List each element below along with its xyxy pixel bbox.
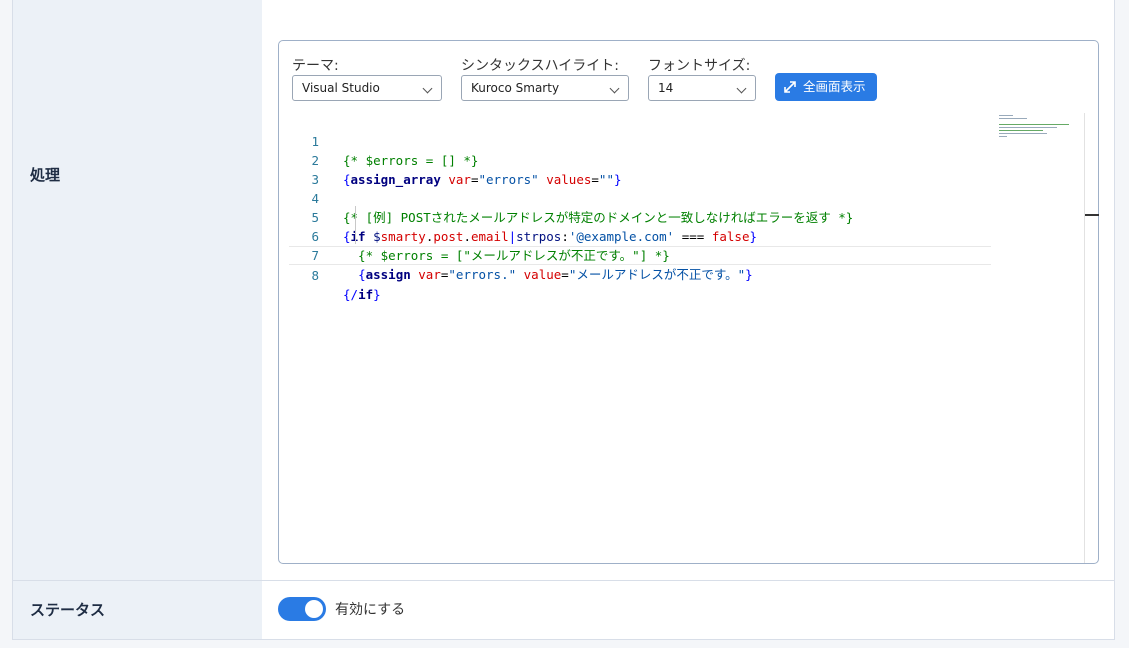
font-size-select[interactable]: 14 [648,75,756,101]
toggle-knob [305,600,323,618]
code-line: 4 {* [例] POSTされたメールアドレスが特定のドメインと一致しなければエ… [289,170,991,225]
processing-label-cell [13,0,262,580]
minimap-line [999,118,1027,119]
minimap-line [999,124,1069,125]
syntax-label: シンタックスハイライト: [461,58,620,74]
row-divider [13,580,1114,581]
code-line: 2 {assign_array var="errors" values=""} [289,132,991,187]
expand-icon [784,81,796,93]
font-size-label: フォントサイズ: [648,58,751,74]
status-field-label: ステータス [30,601,106,619]
processing-field-label: 処理 [30,166,61,184]
line-number: 8 [311,268,319,283]
minimap-line [999,133,1047,134]
code-line: 3 [289,151,991,187]
chevron-down-icon [422,83,433,94]
code-line-text: {/if} [343,287,381,302]
code-area[interactable]: 1 {* $errors = [] *} 2 {assign_array var… [289,113,991,563]
indent-guide [355,206,356,244]
theme-select-value: Visual Studio [302,81,380,95]
code-line-text: {assign var="errors." value="メールアドレスが不正で… [358,267,753,282]
theme-label: テーマ: [292,58,339,74]
chevron-down-icon [609,83,620,94]
fullscreen-button[interactable]: 全画面表示 [775,73,877,101]
minimap-line [999,130,1043,131]
syntax-select[interactable]: Kuroco Smarty [461,75,629,101]
code-line: 6 {* $errors = ["メールアドレスが不正です。"] *} [289,208,991,263]
minimap-line [999,115,1013,116]
minimap-line [999,136,1007,137]
fullscreen-button-label: 全画面表示 [803,79,866,94]
code-line: 1 {* $errors = [] *} [289,113,991,168]
status-toggle-label: 有効にする [335,602,406,618]
status-toggle[interactable] [278,597,326,621]
code-line: 7 {assign var="errors." value="メールアドレスが不… [289,227,991,282]
code-editor-card: テーマ: Visual Studio シンタックスハイライト: Kuroco S… [278,40,1099,564]
vertical-scrollbar[interactable] [1084,113,1085,563]
code-minimap[interactable] [997,113,1083,563]
code-line-active: 8 {/if} [289,246,991,302]
code-line: 5 {if $smarty.post.email|strpos:'@exampl… [289,189,991,244]
scroll-position-marker [1085,214,1099,216]
chevron-down-icon [736,83,747,94]
syntax-select-value: Kuroco Smarty [471,81,560,95]
font-size-select-value: 14 [658,81,674,95]
theme-select[interactable]: Visual Studio [292,75,442,101]
minimap-line [999,127,1057,128]
